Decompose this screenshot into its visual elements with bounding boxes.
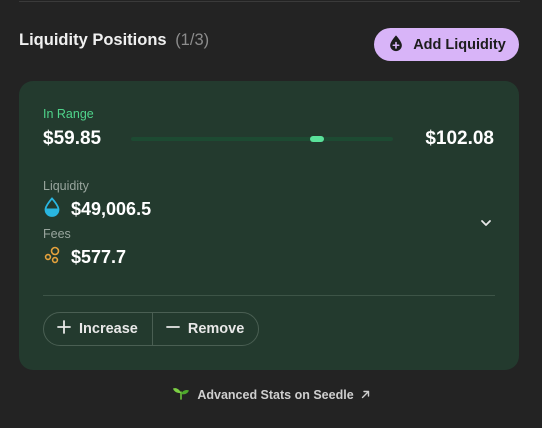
sprout-icon	[172, 386, 190, 403]
range-status: In Range	[43, 107, 94, 121]
position-card: In Range $59.85 $102.08 Liquidity $49,00…	[19, 81, 519, 370]
advanced-stats-link[interactable]: Advanced Stats on Seedle	[0, 386, 542, 403]
position-actions: Increase Remove	[43, 312, 260, 346]
fees-value: $577.7	[71, 247, 127, 267]
increase-label: Increase	[79, 321, 138, 337]
fees-label: Fees	[43, 227, 71, 241]
fees-row: $577.7	[43, 246, 126, 269]
advanced-stats-label: Advanced Stats on Seedle	[197, 387, 354, 402]
liquidity-row: $49,006.5	[43, 197, 151, 222]
drop-plus-icon	[387, 34, 405, 56]
top-divider	[19, 1, 520, 2]
remove-button[interactable]: Remove	[151, 313, 258, 345]
plus-icon	[57, 320, 71, 338]
card-divider	[43, 295, 495, 296]
section-title: Liquidity Positions (1/3)	[19, 31, 209, 50]
add-liquidity-label: Add Liquidity	[413, 36, 506, 53]
chevron-down-icon[interactable]	[479, 216, 493, 230]
max-price: $102.08	[425, 128, 494, 149]
min-price: $59.85	[43, 128, 102, 149]
remove-label: Remove	[187, 321, 245, 337]
arrow-up-right-icon	[361, 388, 370, 402]
current-price-marker	[310, 136, 324, 142]
add-liquidity-button[interactable]: Add Liquidity	[374, 28, 519, 61]
price-range-bar	[131, 136, 393, 142]
position-count: (1/3)	[175, 31, 210, 49]
minus-icon	[165, 320, 180, 338]
liquidity-label: Liquidity	[43, 179, 89, 193]
increase-button[interactable]: Increase	[44, 313, 152, 345]
section-title-text: Liquidity Positions	[19, 31, 167, 49]
coins-icon	[43, 246, 61, 269]
liquidity-value: $49,006.5	[71, 199, 152, 219]
drop-icon	[43, 197, 61, 222]
